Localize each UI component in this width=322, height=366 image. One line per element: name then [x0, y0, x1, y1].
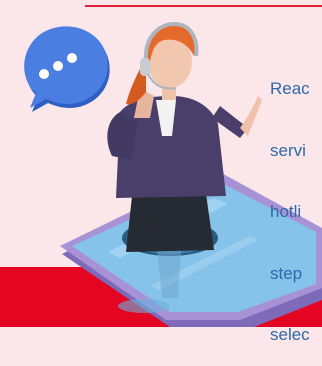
text-line-4: step	[270, 263, 303, 283]
text-line-3: hotli	[270, 202, 302, 221]
description-text: Reac servi hotli step selec	[270, 38, 310, 366]
text-line-2: servi	[270, 140, 306, 160]
speech-bubble-icon	[24, 26, 110, 112]
text-line-5: selec	[270, 325, 310, 344]
text-line-1: Reac	[270, 79, 310, 98]
